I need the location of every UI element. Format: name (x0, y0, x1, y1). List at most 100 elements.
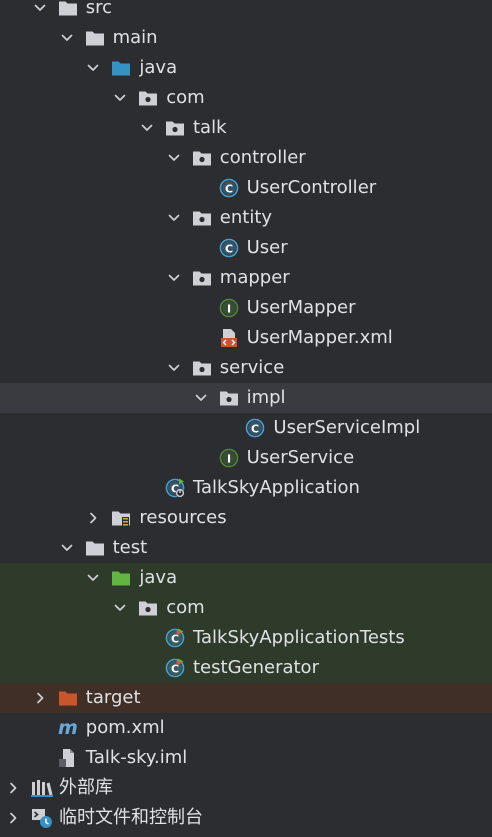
tree-node-java-main[interactable]: java (0, 53, 492, 83)
tree-node-impl[interactable]: impl (0, 383, 492, 413)
tree-node-label: TalkSkyApplication (193, 477, 360, 498)
test-class-icon: C (165, 628, 185, 648)
folder-icon (58, 0, 78, 17)
package-icon (138, 89, 158, 107)
tree-node-talk-sky-application[interactable]: C TalkSkyApplication (0, 473, 492, 503)
chevron-down-icon[interactable] (112, 600, 128, 616)
chevron-down-icon[interactable] (85, 570, 101, 586)
tree-node-label: entity (219, 207, 273, 228)
tree-node-main[interactable]: main (0, 23, 492, 53)
tree-node-service[interactable]: service (0, 353, 492, 383)
tree-node-resources[interactable]: resources (0, 503, 492, 533)
chevron-down-icon[interactable] (112, 90, 128, 106)
chevron-down-icon[interactable] (59, 30, 75, 46)
chevron-down-icon[interactable] (139, 120, 155, 136)
chevron-down-icon[interactable] (166, 360, 182, 376)
tree-node-talk-sky-application-tests[interactable]: C TalkSkyApplicationTests (0, 623, 492, 653)
chevron-right-icon[interactable] (5, 780, 21, 796)
svg-text:I: I (227, 452, 231, 465)
chevron-down-icon[interactable] (166, 270, 182, 286)
chevron-down-icon[interactable] (166, 150, 182, 166)
tree-node-user[interactable]: C User (0, 233, 492, 263)
source-root-folder-icon (111, 59, 131, 77)
tree-node-label: mapper (219, 267, 290, 288)
package-icon (192, 149, 212, 167)
folder-icon (85, 29, 105, 47)
tree-node-user-mapper-xml[interactable]: UserMapper.xml (0, 323, 492, 353)
resources-folder-icon (111, 509, 131, 527)
tree-node-label: Talk-sky.iml (85, 747, 188, 768)
tree-node-label: controller (219, 147, 306, 168)
tree-node-label: com (166, 597, 205, 618)
tree-node-talk-sky-iml[interactable]: Talk-sky.iml (0, 743, 492, 773)
tree-node-label: resources (139, 507, 227, 528)
tree-node-label: 外部库 (59, 777, 113, 798)
tree-node-label: UserServiceImpl (273, 417, 421, 438)
tree-node-com-test[interactable]: com (0, 593, 492, 623)
package-icon (192, 269, 212, 287)
iml-file-icon (58, 749, 78, 767)
tree-node-label: pom.xml (85, 717, 165, 738)
tree-node-test[interactable]: test (0, 533, 492, 563)
tree-node-external-libraries[interactable]: 外部库 (0, 773, 492, 803)
tree-node-label: talk (193, 117, 227, 138)
svg-text:C: C (225, 182, 233, 195)
spring-boot-application-icon: C (165, 478, 185, 498)
tree-node-user-mapper[interactable]: I UserMapper (0, 293, 492, 323)
java-interface-icon: I (219, 448, 239, 468)
library-icon (31, 779, 53, 797)
chevron-right-icon[interactable] (85, 510, 101, 526)
chevron-right-icon[interactable] (32, 690, 48, 706)
package-icon (138, 599, 158, 617)
tree-node-target[interactable]: target (0, 683, 492, 713)
java-class-icon: C (219, 178, 239, 198)
package-icon (165, 119, 185, 137)
excluded-folder-icon (58, 689, 78, 707)
tree-node-label: com (166, 87, 205, 108)
tree-node-label: User (246, 237, 288, 258)
chevron-down-icon[interactable] (59, 540, 75, 556)
tree-node-label: service (219, 357, 285, 378)
chevron-down-icon[interactable] (32, 0, 48, 16)
tree-node-label: UserMapper.xml (246, 327, 393, 348)
tree-node-controller[interactable]: controller (0, 143, 492, 173)
svg-text:m: m (58, 718, 78, 738)
svg-text:I: I (227, 302, 231, 315)
tree-node-label: java (139, 57, 178, 78)
chevron-right-icon[interactable] (5, 810, 21, 826)
tree-node-com-main[interactable]: com (0, 83, 492, 113)
java-class-icon: C (219, 238, 239, 258)
tree-node-talk[interactable]: talk (0, 113, 492, 143)
tree-node-test-generator[interactable]: CtestGenerator (0, 653, 492, 683)
package-icon (192, 209, 212, 227)
tree-node-label: impl (246, 387, 286, 408)
project-tree: src main java com talk controller C UserControl… (0, 0, 492, 837)
tree-node-label: test (112, 537, 148, 558)
tree-node-user-service[interactable]: I UserService (0, 443, 492, 473)
chevron-down-icon[interactable] (193, 390, 209, 406)
test-class-icon: C (165, 658, 185, 678)
tree-node-label: java (139, 567, 178, 588)
tree-node-label: target (85, 687, 141, 708)
svg-text:C: C (251, 422, 259, 435)
chevron-down-icon[interactable] (85, 60, 101, 76)
tree-node-pom-xml[interactable]: m pom.xml (0, 713, 492, 743)
tree-node-src[interactable]: src (0, 0, 492, 23)
test-source-folder-icon (111, 569, 131, 587)
tree-node-label: 临时文件和控制台 (59, 807, 203, 828)
tree-node-label: UserController (246, 177, 377, 198)
package-icon (192, 359, 212, 377)
tree-node-user-service-impl[interactable]: C UserServiceImpl (0, 413, 492, 443)
tree-node-entity[interactable]: entity (0, 203, 492, 233)
tree-node-scratches-and-consoles[interactable]: 临时文件和控制台 (0, 803, 492, 833)
folder-icon (85, 539, 105, 557)
chevron-down-icon[interactable] (166, 210, 182, 226)
tree-node-user-controller[interactable]: C UserController (0, 173, 492, 203)
tree-node-mapper[interactable]: mapper (0, 263, 492, 293)
tree-node-label: main (112, 27, 158, 48)
package-icon (219, 389, 239, 407)
tree-node-label: src (85, 0, 113, 18)
tree-node-label: UserService (246, 447, 355, 468)
tree-node-java-test[interactable]: java (0, 563, 492, 593)
tree-node-label: testGenerator (193, 657, 319, 678)
